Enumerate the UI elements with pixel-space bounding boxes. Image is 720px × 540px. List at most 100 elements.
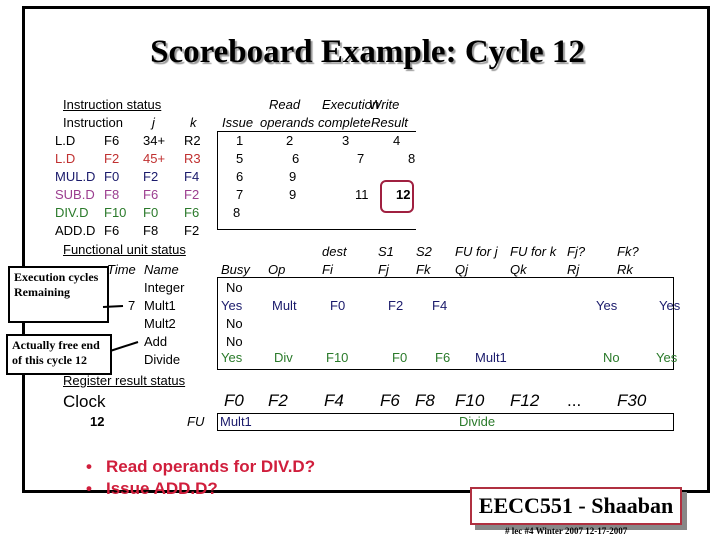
header-write-bottom: Result (371, 115, 408, 130)
fu-fj: F0 (392, 350, 408, 365)
op: MUL.D (55, 169, 96, 184)
j: F0 (143, 205, 159, 220)
k: R3 (184, 151, 201, 166)
reg-f2: F2 (268, 391, 288, 410)
op: L.D (55, 133, 76, 148)
j: 34+ (143, 133, 166, 148)
header-busy: Busy (221, 262, 250, 277)
write: 12 (396, 187, 411, 202)
fu-op: Mult (272, 298, 297, 313)
k: F2 (184, 223, 200, 238)
reg-f30: F30 (617, 391, 647, 410)
fu-qj: Mult1 (475, 350, 507, 365)
reg-f6: F6 (380, 391, 400, 410)
header-read-top: Read (269, 97, 301, 112)
k: F4 (184, 169, 200, 184)
header-fu-for-j: FU for j (455, 244, 498, 259)
j: F2 (143, 169, 159, 184)
slide-title: Scoreboard Example: Cycle 12 (150, 34, 585, 70)
fu-op: Div (274, 350, 293, 365)
header-qk: Qk (510, 262, 527, 277)
op: L.D (55, 151, 76, 166)
fu-label: FU (187, 414, 205, 429)
header-rk: Rk (617, 262, 633, 277)
k: F2 (184, 187, 200, 202)
header-fk: Fk (416, 262, 431, 277)
bullet-text: Read operands for DIV.D? (106, 457, 316, 476)
reg-f10: F10 (455, 391, 485, 410)
dest: F0 (104, 169, 120, 184)
slide-frame-left (22, 6, 25, 493)
header-instruction: Instruction (63, 115, 123, 130)
j: F8 (143, 223, 159, 238)
register-status-heading: Register result status (63, 373, 186, 388)
header-qj: Qj (455, 262, 468, 277)
k: F6 (184, 205, 200, 220)
header-exec-bottom: complete (318, 115, 371, 130)
course-badge: EECC551 - Shaaban (470, 487, 682, 525)
dest: F6 (104, 223, 120, 238)
read: 2 (286, 133, 294, 148)
fu-name: Mult1 (144, 298, 176, 313)
dest: F6 (104, 133, 120, 148)
fu-fk: F4 (432, 298, 448, 313)
dest: F10 (104, 205, 127, 220)
footer-text: # lec #4 Winter 2007 12-17-2007 (505, 526, 628, 536)
dest: F8 (104, 187, 120, 202)
exec: 11 (355, 187, 369, 202)
fu-name: Divide (144, 352, 181, 367)
header-write-top: Write (369, 97, 400, 112)
header-s1: S1 (378, 244, 394, 259)
fu-busy: No (226, 316, 243, 331)
reg-f0: F0 (224, 391, 244, 410)
header-rj: Rj (567, 262, 580, 277)
header-fi: Fi (322, 262, 333, 277)
header-fu-for-k: FU for k (510, 244, 557, 259)
header-fj-q: Fj? (567, 244, 586, 259)
header-s2: S2 (416, 244, 432, 259)
fu-busy: Yes (221, 350, 243, 365)
header-dest: dest (322, 244, 347, 259)
header-read-bottom: operands (260, 115, 315, 130)
write: 4 (393, 133, 401, 148)
header-time: Time (107, 262, 136, 277)
bullet-item: • Issue ADD.D? (86, 478, 315, 500)
bullet-dot-icon: • (86, 457, 92, 476)
bullet-list: • Read operands for DIV.D? • Issue ADD.D? (86, 456, 315, 500)
fu-fi: F10 (326, 350, 349, 365)
clock-label: Clock (63, 392, 106, 411)
issue: 6 (236, 169, 244, 184)
fu-name: Mult2 (144, 316, 176, 331)
k: R2 (184, 133, 201, 148)
reg-value-f0: Mult1 (220, 414, 252, 429)
j: F6 (143, 187, 159, 202)
slide-frame-top (22, 6, 710, 9)
issue: 7 (236, 187, 244, 202)
fu-fi: F0 (330, 298, 346, 313)
fu-busy: No (226, 334, 243, 349)
header-k: k (190, 115, 197, 130)
op: ADD.D (55, 223, 96, 238)
header-fk-q: Fk? (617, 244, 639, 259)
header-j: j (152, 115, 155, 130)
read: 6 (292, 151, 300, 166)
instruction-status-heading: Instruction status (63, 97, 162, 112)
fu-name: Integer (144, 280, 185, 295)
issue: 1 (236, 133, 244, 148)
fu-fj: F2 (388, 298, 404, 313)
reg-f4: F4 (324, 391, 344, 410)
callout-execution-cycles: Execution cycles Remaining (8, 266, 109, 323)
issue: 8 (233, 205, 241, 220)
header-issue: Issue (222, 115, 254, 130)
fu-fk: F6 (435, 350, 451, 365)
reg-f8: F8 (415, 391, 435, 410)
bullet-item: • Read operands for DIV.D? (86, 456, 315, 478)
j: 45+ (143, 151, 166, 166)
reg-ellipsis: ... (567, 391, 582, 410)
op: SUB.D (55, 187, 95, 202)
fu-rk: Yes (659, 298, 681, 313)
write: 8 (408, 151, 416, 166)
exec: 3 (342, 133, 350, 148)
op: DIV.D (55, 205, 89, 220)
exec: 7 (357, 151, 365, 166)
